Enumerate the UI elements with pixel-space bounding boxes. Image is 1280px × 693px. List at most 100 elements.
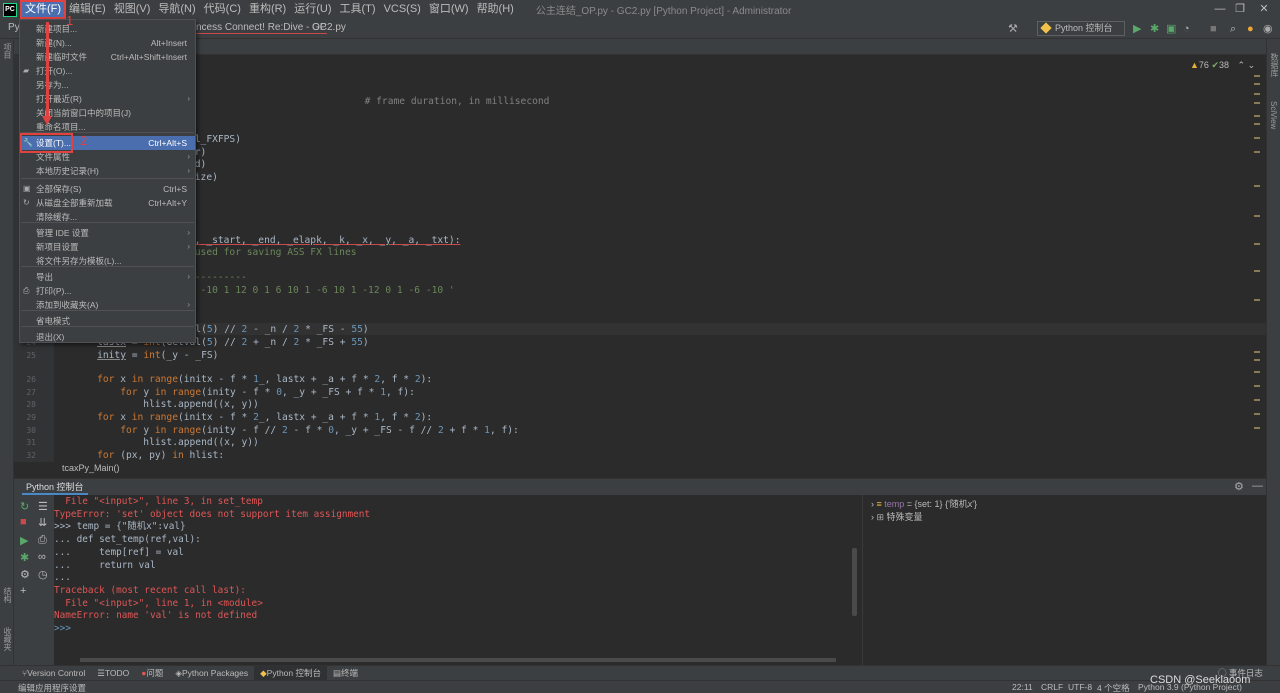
favorites-tool-label[interactable]: 收藏夹 [2,627,13,651]
file-menu-item-19[interactable]: 添加到收藏夹(A) › [20,298,195,312]
tool-window-button-5[interactable]: ▤ 终端 [327,666,364,681]
hammer-icon[interactable]: ⚒ [1008,22,1018,36]
sciview-tool-label[interactable]: SciView [1269,101,1278,129]
menu-10[interactable]: 帮助(H) [473,1,518,18]
code-line[interactable]: # frame duration, in millisecond [174,96,550,109]
file-menu-item-10[interactable]: 本地历史记录(H) › [20,164,195,178]
debug-icon[interactable]: ✱ [1150,22,1159,36]
structure-tool-label[interactable]: 结构 [2,587,13,603]
search-icon[interactable]: ⌕ [1230,22,1236,36]
editor-tab-strip [14,39,1266,55]
code-breadcrumb[interactable]: tcaxPy_Main() [62,463,120,473]
menu-5[interactable]: 重构(R) [245,1,290,18]
file-menu-item-11[interactable]: ▣ 全部保存(S) Ctrl+S [20,182,195,196]
line-number: 29 [26,413,36,422]
profile-icon[interactable]: ◔ [1183,22,1190,36]
file-menu-item-20[interactable]: 省电模式 [20,314,195,328]
project-tool-label[interactable]: 项目 [2,43,13,59]
code-line[interactable]: for y in range(inity - f * 0, _y + _FS +… [74,387,415,400]
tab-python-console[interactable]: Python 控制台 [22,480,88,495]
run-config-select[interactable]: Python 控制台 [1037,21,1125,36]
run-icon[interactable]: ▶ [1133,22,1141,36]
history-icon[interactable]: ◷ [38,568,48,581]
more-icon[interactable]: + [20,585,26,597]
soft-wrap-icon[interactable]: ☰ [38,500,48,513]
inspection-widget[interactable]: ▲76 ✔38 ⌃ ⌄ [1190,60,1255,71]
file-menu-label: 省电模式 [36,316,71,326]
code-line[interactable]: for y in range(inity - f // 2 - f * 0, _… [74,425,519,438]
code-line[interactable]: inity = int(_y - _FS) [74,350,218,363]
menu-2[interactable]: 视图(V) [110,1,155,18]
annotation-arrow-head [42,116,52,125]
coverage-icon[interactable]: ▣ [1166,22,1176,36]
execute-icon[interactable]: ▶ [20,534,28,547]
show-variables-icon[interactable]: ∞ [38,551,46,563]
file-menu-item-17[interactable]: 导出 › [20,270,195,284]
code-line[interactable]: for x in range(initx - f * 2_, lastx + _… [74,412,432,425]
code-line[interactable]: al_FXFPS) [189,134,241,147]
variable-row[interactable]: › ≡ temp = {set: 1} {'随机x'} [871,497,977,510]
file-menu-item-21[interactable]: 退出(X) [20,330,195,344]
stop-console-icon[interactable]: ■ [20,516,27,528]
file-breadcrumb[interactable]: GC2.py [312,22,346,33]
file-menu-label: 添加到收藏夹(A) [36,300,99,310]
print-console-icon[interactable]: ⎙ [38,534,47,547]
hide-panel-icon[interactable]: — [1252,480,1263,492]
console-settings-icon[interactable]: ⚙ [20,568,30,581]
menu-8[interactable]: VCS(S) [380,1,425,18]
tool-window-button-3[interactable]: ◈ Python Packages [169,666,254,681]
code-line[interactable]: used for saving ASS FX lines [189,247,357,260]
tool-window-button-4[interactable]: ◆ Python 控制台 [254,665,327,681]
window-title: 公主连结_OP.py - GC2.py [Python Project] - A… [535,6,792,17]
left-tool-strip: 项目 结构 收藏夹 [0,39,14,665]
line-number: 32 [26,451,36,460]
file-menu-item-18[interactable]: ⎙ 打印(P)... [20,284,195,298]
update-icon[interactable]: ● [1247,22,1254,36]
console-output[interactable]: File "<input>", line 3, in set_temp TypeE… [54,495,860,665]
code-line[interactable]: ---------- [189,272,247,285]
menu-9[interactable]: 窗口(W) [425,1,473,18]
file-menu-item-15[interactable]: 新项目设置 › [20,240,195,254]
weak-warning-count: 38 [1219,60,1230,70]
menu-0[interactable]: 文件(F) [19,0,67,19]
file-menu-item-14[interactable]: 管理 IDE 设置 › [20,226,195,240]
settings-gear-icon[interactable]: ⚙ [1234,480,1244,493]
line-separator[interactable]: CRLF [1041,682,1063,692]
code-line[interactable]: for x in range(initx - f * 1_, lastx + _… [74,374,432,387]
code-line[interactable]: hlist.append((x, y)) [74,399,259,412]
next-highlight-icon[interactable]: ⌄ [1248,60,1256,70]
code-line[interactable]: hlist.append((x, y)) [74,437,259,450]
menu-7[interactable]: 工具(T) [336,1,380,18]
file-menu-item-13[interactable]: 清除缓存... [20,210,195,224]
code-line[interactable]: n, _start, _end, _elapk, _k, _x, _y, _a,… [189,235,460,248]
tool-window-button-0[interactable]: ⑂ Version Control [16,666,91,681]
line-number: 26 [26,375,36,384]
menu-3[interactable]: 导航(N) [154,1,199,18]
file-menu-item-12[interactable]: ↻ 从磁盘全部重新加载 Ctrl+Alt+Y [20,196,195,210]
menu-4[interactable]: 代码(C) [200,1,245,18]
scroll-end-icon[interactable]: ⇊ [38,516,47,529]
file-menu-item-16[interactable]: 将文件另存为模板(L)... [20,254,195,268]
variable-row[interactable]: › ⊞ 特殊变量 [871,510,923,523]
code-line[interactable]: for (px, py) in hlist: [74,450,224,463]
database-tool-label[interactable]: 数据库 [1269,53,1280,77]
code-editor[interactable]: # frame duration, in millisecond al_FXFPS… [14,55,1266,473]
file-encoding[interactable]: UTF-8 [1068,682,1092,692]
file-menu-label: 另存为... [36,80,69,90]
code-line[interactable]: 6 -10 1 12 0 1 6 10 1 -6 10 1 -12 0 1 -6… [189,285,455,298]
console-scrollbar[interactable] [852,548,857,616]
user-icon[interactable]: ◉ [1263,22,1273,36]
menu-6[interactable]: 运行(U) [290,1,335,18]
shortcut-label: Alt+Insert [150,38,187,48]
indent-setting[interactable]: 4 个空格 [1097,682,1130,693]
rerun-icon[interactable]: ↻ [20,500,29,513]
caret-position[interactable]: 22:11 [1012,682,1033,692]
close-button[interactable]: ✕ [1244,0,1280,19]
tool-window-button-2[interactable]: ● 问题 [135,666,169,681]
tool-window-button-1[interactable]: ☰ TODO [91,666,135,681]
attach-debugger-icon[interactable]: ✱ [20,551,29,564]
stop-icon[interactable]: ■ [1210,22,1217,36]
prev-highlight-icon[interactable]: ⌃ [1238,60,1246,70]
folder-breadcrumb[interactable]: ncess Connect! Re:Dive - OP [196,22,327,34]
console-hscrollbar[interactable] [80,658,836,662]
